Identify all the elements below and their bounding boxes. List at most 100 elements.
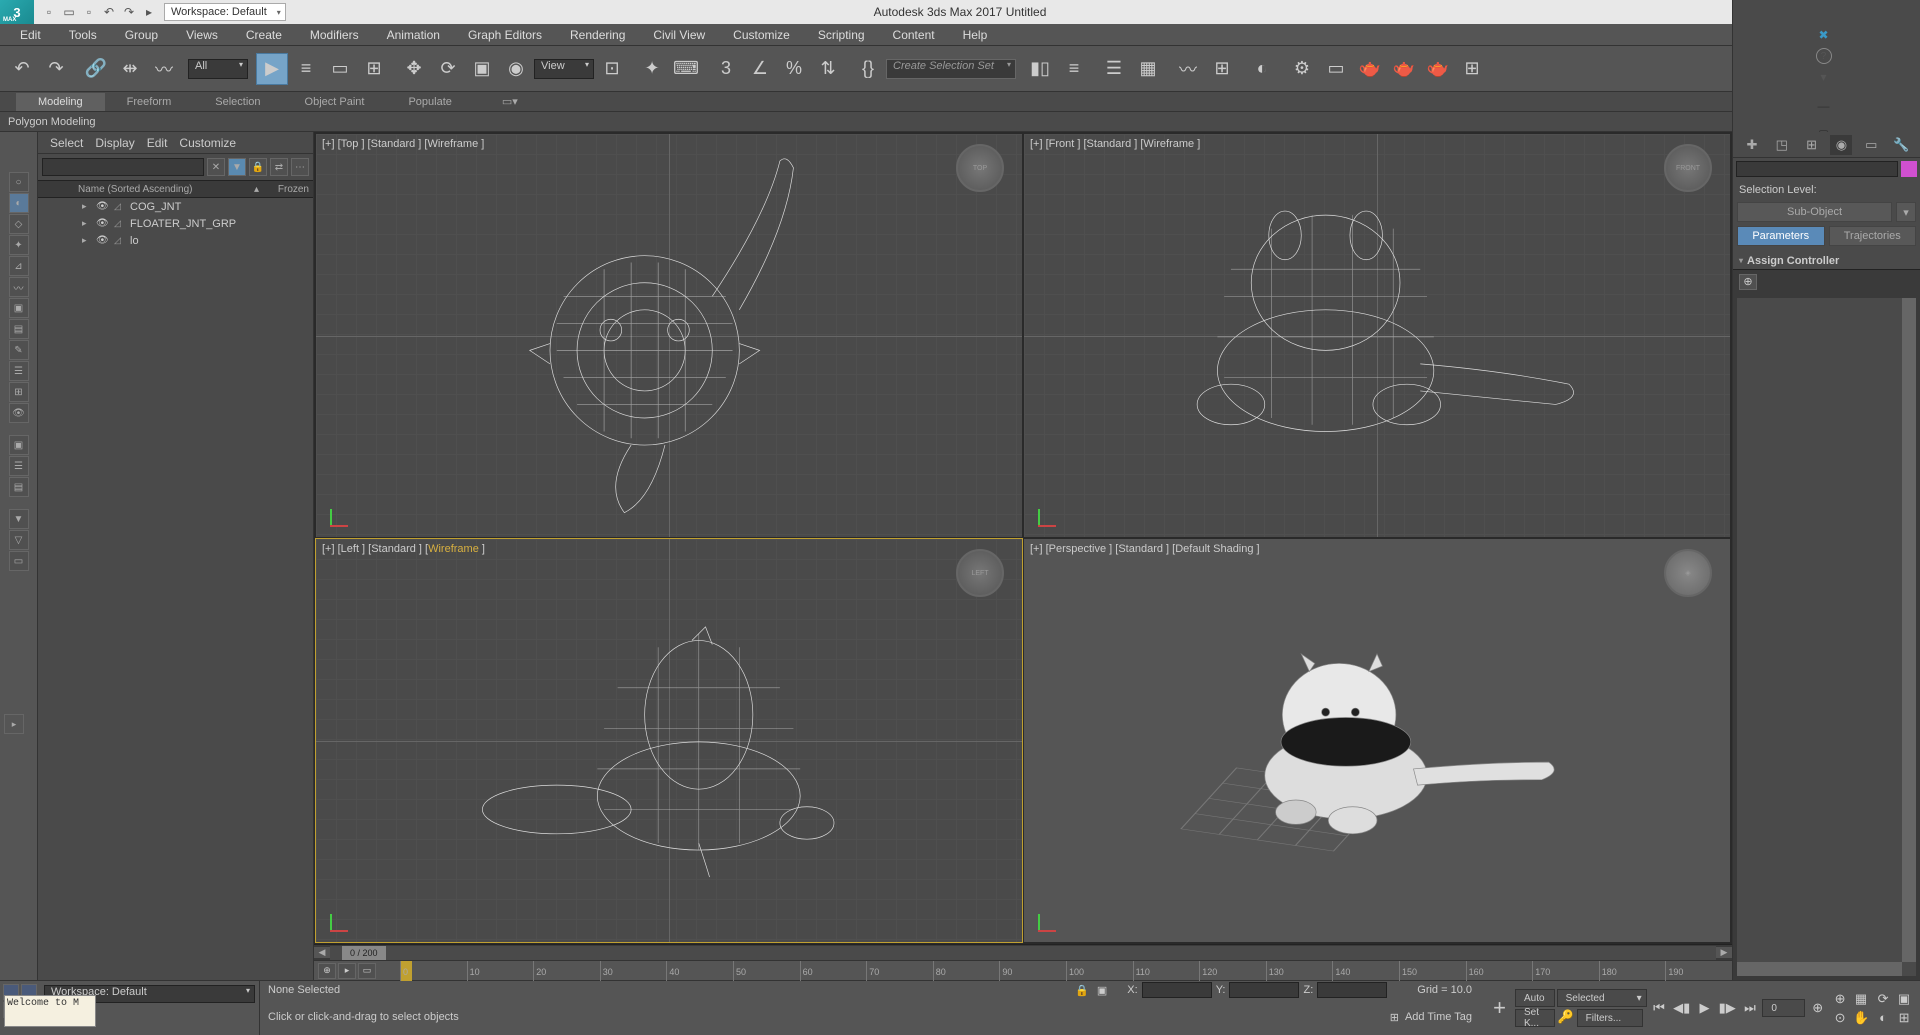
se-menu-display[interactable]: Display xyxy=(95,136,134,150)
render-setup-button[interactable]: ⚙ xyxy=(1286,53,1318,85)
z-input[interactable] xyxy=(1317,982,1387,998)
spinner-snap-button[interactable]: ⇅ xyxy=(812,53,844,85)
se-tool-6[interactable]: 〰 xyxy=(9,277,29,297)
col-frozen[interactable]: Frozen xyxy=(259,184,309,195)
flyout-toggle[interactable]: ▸ xyxy=(4,714,24,734)
nav-8[interactable]: ⊞ xyxy=(1894,1009,1914,1027)
se-tool-9[interactable]: ✎ xyxy=(9,340,29,360)
object-name-input[interactable] xyxy=(1736,161,1898,177)
time-slider-handle[interactable]: 0 / 200 xyxy=(342,946,386,960)
new-icon[interactable]: ▫ xyxy=(40,3,58,21)
cp-display-icon[interactable]: ▭ xyxy=(1860,135,1882,155)
menu-tools[interactable]: Tools xyxy=(55,25,111,45)
subobject-dd[interactable]: ▾ xyxy=(1896,202,1916,222)
isolate-icon[interactable]: ▣ xyxy=(1097,984,1107,997)
keyfilter-dropdown[interactable]: Selected▾ xyxy=(1557,989,1647,1007)
undo-icon[interactable]: ↶ xyxy=(100,3,118,21)
time-slider-bar[interactable]: ◀ 0 / 200 ▶ xyxy=(314,944,1732,960)
se-menu-customize[interactable]: Customize xyxy=(179,136,236,150)
time-prev-icon[interactable]: ◀ xyxy=(314,947,330,958)
vis-icon[interactable]: 👁 xyxy=(96,235,110,246)
render-iter-button[interactable]: 🫖 xyxy=(1388,53,1420,85)
vis-icon[interactable]: 👁 xyxy=(96,201,110,212)
menu-edit[interactable]: Edit xyxy=(6,25,55,45)
se-tool-3[interactable]: ◇ xyxy=(9,214,29,234)
manip-button[interactable]: ✦ xyxy=(636,53,668,85)
expand-icon[interactable]: ▸ xyxy=(82,218,92,229)
keymode-icon[interactable]: 🔑 xyxy=(1557,1009,1575,1025)
goto-start-button[interactable]: ⏮ xyxy=(1649,997,1670,1019)
menu-customize[interactable]: Customize xyxy=(719,25,804,45)
scrollbar-v[interactable] xyxy=(1902,298,1916,962)
tab-objectpaint[interactable]: Object Paint xyxy=(283,93,387,111)
menu-views[interactable]: Views xyxy=(172,25,232,45)
placement-button[interactable]: ◉ xyxy=(500,53,532,85)
setkey-large-button[interactable]: + xyxy=(1486,991,1513,1025)
add-time-tag[interactable]: Add Time Tag xyxy=(1405,1011,1472,1023)
tab-freeform[interactable]: Freeform xyxy=(105,93,194,111)
help-caret[interactable]: ▾ xyxy=(1815,68,1833,86)
menu-modifiers[interactable]: Modifiers xyxy=(296,25,373,45)
y-input[interactable] xyxy=(1229,982,1299,998)
align-button[interactable]: ≡ xyxy=(1058,53,1090,85)
tr-tool-1[interactable]: ⊕ xyxy=(318,963,336,979)
timetag-icon[interactable]: ⊞ xyxy=(1390,1011,1399,1024)
tr-tool-2[interactable]: ▸ xyxy=(338,963,356,979)
menu-content[interactable]: Content xyxy=(879,25,949,45)
keymode-button[interactable]: ⌨ xyxy=(670,53,702,85)
viewport-front[interactable]: [+] [Front ] [Standard ] [Wireframe ] FR… xyxy=(1024,134,1730,537)
angle-snap-button[interactable]: ∠ xyxy=(744,53,776,85)
time-ruler[interactable]: ⊕ ▸ ▭ 0102030405060708090100110120130140… xyxy=(314,960,1732,980)
schematic-button[interactable]: ⊞ xyxy=(1206,53,1238,85)
trajectories-button[interactable]: Trajectories xyxy=(1829,226,1917,246)
se-tool-16[interactable]: ▼ xyxy=(9,509,29,529)
menu-rendering[interactable]: Rendering xyxy=(556,25,639,45)
minimize-button[interactable]: — xyxy=(1804,94,1844,118)
viewport-front-label[interactable]: [+] [Front ] [Standard ] [Wireframe ] xyxy=(1030,138,1200,150)
se-tool-1[interactable]: ○ xyxy=(9,172,29,192)
render-prod-button[interactable]: 🫖 xyxy=(1422,53,1454,85)
cp-modify-icon[interactable]: ◳ xyxy=(1771,135,1793,155)
time-next-icon[interactable]: ▶ xyxy=(1716,947,1732,958)
color-swatch[interactable] xyxy=(1901,161,1917,177)
se-lock-icon[interactable]: 🔒 xyxy=(249,158,267,176)
assign-icon[interactable]: ⊕ xyxy=(1739,274,1757,290)
play-button[interactable]: ▶ xyxy=(1694,997,1715,1019)
named-sel-button[interactable]: {} xyxy=(852,53,884,85)
goto-end-button[interactable]: ⏭ xyxy=(1740,997,1761,1019)
link-button[interactable]: 🔗 xyxy=(80,53,112,85)
percent-snap-button[interactable]: % xyxy=(778,53,810,85)
se-tool-4[interactable]: ✦ xyxy=(9,235,29,255)
pivot-button[interactable]: ⊡ xyxy=(596,53,628,85)
se-sync-icon[interactable]: ⇄ xyxy=(270,158,288,176)
se-tool-2[interactable]: ◐ xyxy=(9,193,29,213)
se-filter-icon[interactable]: ▼ xyxy=(228,158,246,176)
refcoord-dropdown[interactable]: View xyxy=(534,59,594,79)
viewport-left-label[interactable]: [+] [Left ] [Standard ] [Wireframe ] xyxy=(322,543,485,555)
se-tool-10[interactable]: ☰ xyxy=(9,361,29,381)
se-tool-12[interactable]: 👁 xyxy=(9,403,29,423)
se-tool-11[interactable]: ⊞ xyxy=(9,382,29,402)
rollout-header[interactable]: Assign Controller xyxy=(1733,252,1920,270)
viewport-perspective[interactable]: [+] [Perspective ] [Standard ] [Default … xyxy=(1024,539,1730,942)
keyfilters-button[interactable]: Filters... xyxy=(1577,1009,1643,1027)
selection-filter-dropdown[interactable]: All xyxy=(188,59,248,79)
prev-frame-button[interactable]: ◀▮ xyxy=(1671,997,1692,1019)
se-tool-7[interactable]: ▣ xyxy=(9,298,29,318)
viewport-left[interactable]: [+] [Left ] [Standard ] [Wireframe ] LEF… xyxy=(316,539,1022,942)
workspace-dropdown[interactable]: Workspace: Default xyxy=(164,3,286,21)
subobject-button[interactable]: Sub-Object xyxy=(1737,202,1892,222)
se-menu-select[interactable]: Select xyxy=(50,136,83,150)
redo-icon[interactable]: ↷ xyxy=(120,3,138,21)
nav-1[interactable]: ⊕ xyxy=(1830,990,1850,1008)
se-tool-18[interactable]: ▭ xyxy=(9,551,29,571)
se-tool-5[interactable]: ⊿ xyxy=(9,256,29,276)
nav-7[interactable]: ◐ xyxy=(1873,1009,1893,1027)
scene-filter-input[interactable] xyxy=(42,158,204,176)
viewport-persp-label[interactable]: [+] [Perspective ] [Standard ] [Default … xyxy=(1030,543,1260,555)
se-menu-edit[interactable]: Edit xyxy=(147,136,168,150)
rotate-button[interactable]: ⟳ xyxy=(432,53,464,85)
selection-set-dropdown[interactable]: Create Selection Set xyxy=(886,59,1016,79)
x-input[interactable] xyxy=(1142,982,1212,998)
nav-6[interactable]: ▣ xyxy=(1894,990,1914,1008)
